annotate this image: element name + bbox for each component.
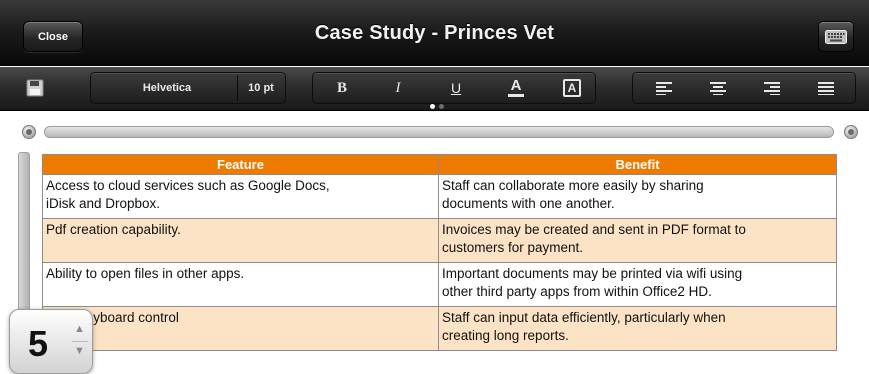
table-row: Pdf creation capability. Invoices may be… (42, 218, 837, 263)
toolbar-page-dot[interactable] (439, 104, 444, 109)
font-size-stepper[interactable]: ▲ ▼ (70, 319, 90, 365)
header-feature: Feature (42, 154, 439, 175)
cell-line: Invoices may be created and sent in PDF … (442, 222, 746, 237)
stepper-down-icon[interactable]: ▼ (74, 345, 85, 357)
underline-button[interactable]: U (438, 72, 474, 104)
align-justify-button[interactable] (806, 72, 846, 104)
align-center-button[interactable] (698, 72, 738, 104)
table-cell[interactable]: ...nal keyboard control (42, 306, 439, 351)
left-margin-handle[interactable] (22, 125, 36, 139)
underline-icon: U (450, 80, 462, 96)
floppy-disk-icon (26, 79, 44, 97)
table-cell[interactable]: Pdf creation capability. (42, 218, 439, 263)
table-cell[interactable]: Staff can input data efficiently, partic… (438, 306, 837, 351)
highlight-button[interactable]: A (554, 72, 590, 104)
font-size-button[interactable]: 10 pt (238, 72, 284, 104)
header-benefit: Benefit (438, 154, 837, 175)
table-header-row: Feature Benefit (42, 154, 837, 175)
cell-line: customers for payment. (442, 240, 584, 255)
text-color-button[interactable]: A (498, 72, 534, 104)
document-title: Case Study - Princes Vet (314, 22, 555, 44)
ruler (44, 126, 834, 138)
highlight-icon: A (567, 81, 577, 95)
cell-line: Staff can input data efficiently, partic… (442, 310, 726, 325)
font-size-popup[interactable]: 5 ▲ ▼ (9, 309, 93, 374)
table-row: Access to cloud services such as Google … (42, 174, 837, 219)
bold-button[interactable]: B (324, 72, 360, 104)
toolbar-page-dot-active[interactable] (430, 104, 435, 109)
font-name-button[interactable]: Helvetica (112, 72, 222, 104)
save-button[interactable] (16, 72, 54, 104)
cell-line: Important documents may be printed via w… (442, 266, 743, 281)
table-cell[interactable]: Important documents may be printed via w… (438, 262, 837, 307)
cell-line: Ability to open files in other apps. (46, 266, 245, 281)
italic-icon: I (395, 79, 401, 96)
right-margin-handle[interactable] (844, 125, 858, 139)
italic-button[interactable]: I (380, 72, 416, 104)
cell-line: Pdf creation capability. (46, 222, 181, 237)
cell-line: ...nal keyboard control (46, 310, 179, 325)
table-row: ...nal keyboard control Staff can input … (42, 306, 837, 351)
stepper-up-icon[interactable]: ▲ (74, 323, 85, 335)
align-justify-icon (818, 82, 834, 95)
font-name-label: Helvetica (142, 82, 192, 94)
cell-line: documents with one another. (442, 196, 615, 211)
align-center-icon (710, 82, 726, 95)
text-color-icon: A (510, 77, 522, 94)
table-cell[interactable]: Ability to open files in other apps. (42, 262, 439, 307)
cell-line: other third party apps from within Offic… (442, 284, 712, 299)
bold-icon: B (336, 79, 347, 96)
cell-line: Staff can collaborate more easily by sha… (442, 178, 704, 193)
table-cell[interactable]: Invoices may be created and sent in PDF … (438, 218, 837, 263)
align-right-icon (764, 82, 780, 95)
table-cell[interactable]: Access to cloud services such as Google … (42, 174, 439, 219)
table-row: Ability to open files in other apps. Imp… (42, 262, 837, 307)
keyboard-button[interactable] (818, 21, 854, 52)
font-size-value: 5 (28, 323, 49, 364)
title-bar: Close Case Study - Princes Vet (0, 0, 869, 66)
cell-line: iDisk and Dropbox. (46, 196, 161, 211)
table-cell[interactable]: Staff can collaborate more easily by sha… (438, 174, 837, 219)
keyboard-icon (825, 29, 847, 44)
feature-benefit-table[interactable]: Feature Benefit Access to cloud services… (42, 154, 837, 351)
align-left-button[interactable] (644, 72, 684, 104)
cell-line: Access to cloud services such as Google … (46, 178, 330, 193)
align-right-button[interactable] (752, 72, 792, 104)
cell-line: creating long reports. (442, 328, 569, 343)
stepper-divider (72, 341, 88, 342)
align-left-icon (656, 82, 672, 95)
font-size-label: 10 pt (248, 82, 274, 94)
